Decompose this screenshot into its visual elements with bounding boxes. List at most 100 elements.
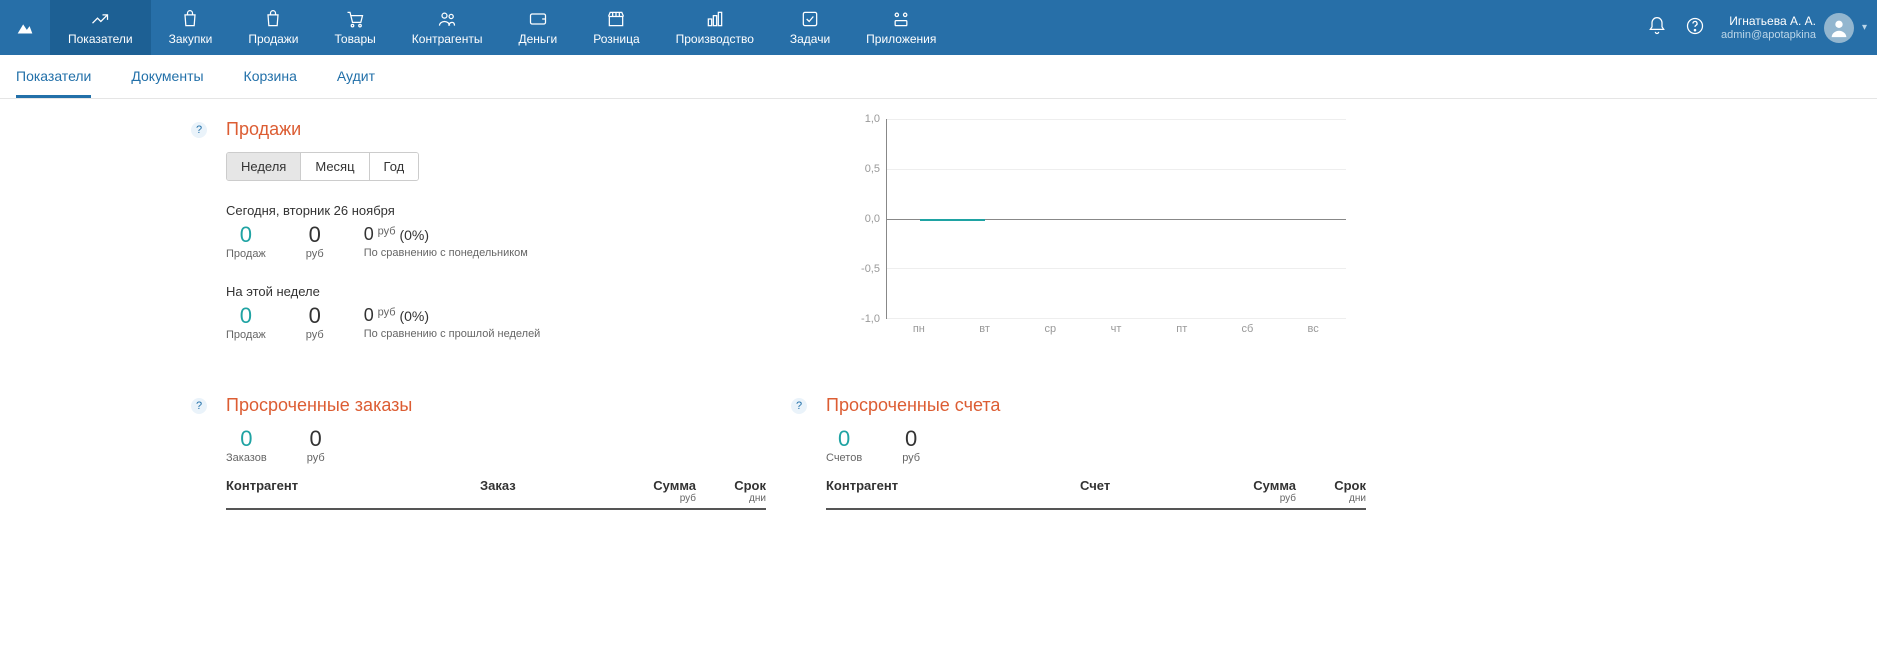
sub-tabs: Показатели Документы Корзина Аудит — [0, 55, 1877, 99]
bag-in-icon — [180, 9, 200, 29]
sales-title: Продажи — [226, 119, 786, 140]
stat-value: 0 — [226, 224, 266, 246]
nav-counterparties[interactable]: Контрагенты — [394, 0, 501, 55]
stat-value: 0 — [826, 428, 862, 450]
today-sum: 0 руб — [306, 224, 324, 260]
store-icon — [606, 9, 626, 29]
x-tick: чт — [1083, 323, 1149, 339]
col-order: Заказ — [480, 478, 626, 504]
stat-label: руб — [307, 452, 325, 464]
orders-count: 0 Заказов — [226, 428, 267, 464]
col-sum: Сумма руб — [626, 478, 696, 504]
overdue-orders-panel: ? Просроченные заказы 0 Заказов 0 руб Ко… — [226, 395, 766, 510]
nav-right: Игнатьева А. А. admin@apotapkina ▾ — [1645, 0, 1877, 55]
y-tick: 1,0 — [865, 113, 880, 125]
nav-purchases[interactable]: Закупки — [151, 0, 231, 55]
col-term: Срок дни — [1306, 478, 1366, 504]
period-week[interactable]: Неделя — [227, 153, 301, 180]
stat-label: Продаж — [226, 248, 266, 260]
notifications-button[interactable] — [1645, 16, 1669, 40]
today-count: 0 Продаж — [226, 224, 266, 260]
stat-label: руб — [306, 329, 324, 341]
overdue-invoices-panel: ? Просроченные счета 0 Счетов 0 руб Конт… — [826, 395, 1366, 510]
stat-label: руб — [902, 452, 920, 464]
stat-label: Счетов — [826, 452, 862, 464]
users-icon — [437, 9, 457, 29]
chevron-down-icon: ▾ — [1862, 22, 1867, 33]
y-tick: -1,0 — [861, 313, 880, 325]
y-tick: 0,5 — [865, 163, 880, 175]
nav-label: Задачи — [790, 32, 830, 46]
stat-value: 0 — [306, 305, 324, 327]
stat-value: 0 — [226, 428, 267, 450]
tab-audit[interactable]: Аудит — [337, 56, 375, 98]
sales-chart: -1,0-0,50,00,51,0 пнвтсрчтптсбвс — [846, 119, 1366, 365]
nav-apps[interactable]: Приложения — [848, 0, 954, 55]
cart-icon — [345, 9, 365, 29]
user-text: Игнатьева А. А. admin@apotapkina — [1721, 14, 1816, 42]
compare-pct: (0%) — [399, 227, 429, 243]
stat-label: Заказов — [226, 452, 267, 464]
nav-production[interactable]: Производство — [658, 0, 772, 55]
help-button[interactable] — [1683, 16, 1707, 40]
week-compare: 0 руб (0%) По сравнению с прошлой неделе… — [364, 305, 541, 340]
compare-value: 0 — [364, 224, 374, 244]
col-counterparty: Контрагент — [826, 478, 1080, 504]
bars-icon — [705, 9, 725, 29]
tab-trash[interactable]: Корзина — [244, 56, 297, 98]
orders-table-header: Контрагент Заказ Сумма руб Срок дни — [226, 478, 766, 510]
nav-goods[interactable]: Товары — [317, 0, 394, 55]
x-tick: сб — [1215, 323, 1281, 339]
x-tick: пн — [886, 323, 952, 339]
week-stats: 0 Продаж 0 руб 0 руб (0%) По сравнению с… — [226, 305, 786, 341]
user-menu[interactable]: Игнатьева А. А. admin@apotapkina ▾ — [1721, 13, 1867, 43]
wallet-icon — [528, 9, 548, 29]
bell-icon — [1647, 16, 1667, 39]
help-badge[interactable]: ? — [191, 122, 207, 138]
apps-icon — [891, 9, 911, 29]
orders-sum: 0 руб — [307, 428, 325, 464]
tab-documents[interactable]: Документы — [131, 56, 203, 98]
help-badge[interactable]: ? — [791, 398, 807, 414]
logo-icon[interactable] — [0, 0, 50, 55]
chart-line-segment — [920, 219, 986, 221]
content: ? Продажи Неделя Месяц Год Сегодня, втор… — [0, 99, 1877, 385]
period-year[interactable]: Год — [370, 153, 419, 180]
compare-sub: По сравнению с понедельником — [364, 247, 528, 259]
nav-label: Продажи — [248, 32, 298, 46]
nav-sales[interactable]: Продажи — [230, 0, 316, 55]
invoices-sum: 0 руб — [902, 428, 920, 464]
tab-indicators[interactable]: Показатели — [16, 56, 91, 98]
nav-indicators[interactable]: Показатели — [50, 0, 151, 55]
top-navigation: Показатели Закупки Продажи Товары Контра… — [0, 0, 1877, 55]
x-tick: вт — [952, 323, 1018, 339]
nav-label: Производство — [676, 32, 754, 46]
nav-retail[interactable]: Розница — [575, 0, 657, 55]
col-sum: Сумма руб — [1226, 478, 1296, 504]
user-email: admin@apotapkina — [1721, 28, 1816, 42]
x-tick: ср — [1017, 323, 1083, 339]
sales-panel: ? Продажи Неделя Месяц Год Сегодня, втор… — [226, 119, 786, 365]
stat-label: Продаж — [226, 329, 266, 341]
period-month[interactable]: Месяц — [301, 153, 369, 180]
invoices-count: 0 Счетов — [826, 428, 862, 464]
today-compare: 0 руб (0%) По сравнению с понедельником — [364, 224, 528, 259]
nav-label: Розница — [593, 32, 639, 46]
nav-label: Закупки — [169, 32, 213, 46]
stat-value: 0 — [306, 224, 324, 246]
bag-icon — [263, 9, 283, 29]
col-term: Срок дни — [706, 478, 766, 504]
avatar-icon — [1824, 13, 1854, 43]
stat-value: 0 — [307, 428, 325, 450]
invoices-table-header: Контрагент Счет Сумма руб Срок дни — [826, 478, 1366, 510]
overdue-invoices-title: Просроченные счета — [826, 395, 1366, 416]
col-invoice: Счет — [1080, 478, 1226, 504]
bottom-row: ? Просроченные заказы 0 Заказов 0 руб Ко… — [210, 395, 1877, 510]
week-heading: На этой неделе — [226, 284, 786, 299]
nav-label: Деньги — [518, 32, 557, 46]
today-stats: 0 Продаж 0 руб 0 руб (0%) По сравнению с… — [226, 224, 786, 260]
help-badge[interactable]: ? — [191, 398, 207, 414]
nav-money[interactable]: Деньги — [500, 0, 575, 55]
nav-tasks[interactable]: Задачи — [772, 0, 848, 55]
help-circle-icon — [1685, 16, 1705, 39]
